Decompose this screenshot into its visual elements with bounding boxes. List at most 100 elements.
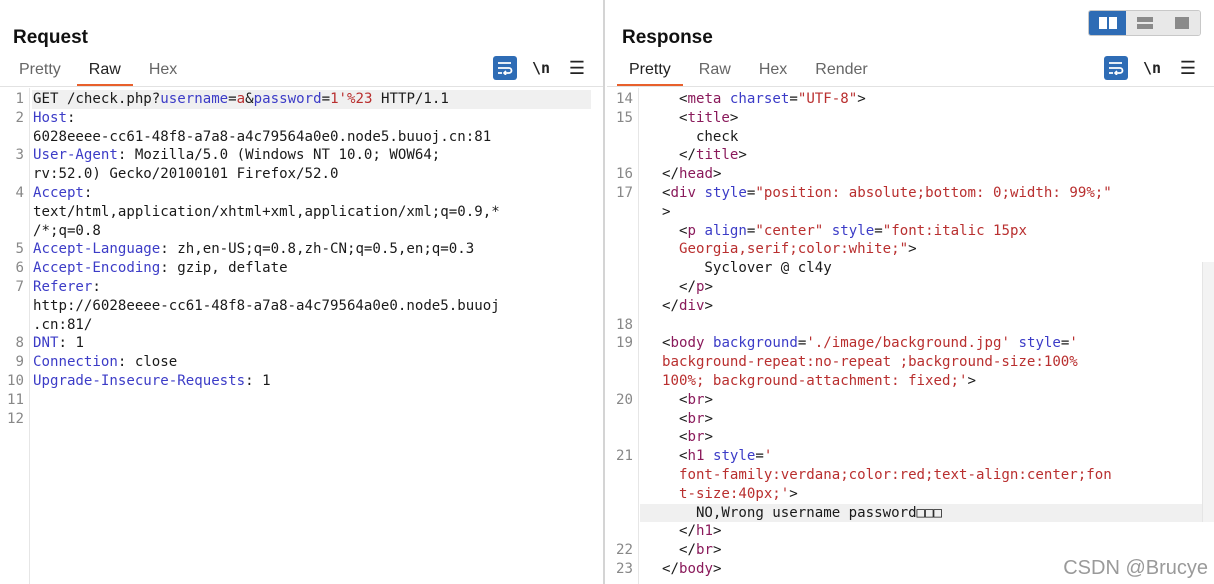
code-line: 18 xyxy=(607,316,1214,335)
code-token: > xyxy=(738,147,747,164)
code-token: p xyxy=(687,222,696,239)
code-token: < xyxy=(662,429,688,446)
line-text: Accept: xyxy=(33,184,92,203)
code-token: < xyxy=(662,109,688,126)
line-text: </div> xyxy=(662,297,713,316)
code-token: </ xyxy=(662,523,696,540)
code-token: < xyxy=(662,410,688,427)
code-token: title xyxy=(687,109,730,126)
code-token: "center" xyxy=(755,222,824,239)
line-number: 22 xyxy=(616,542,633,559)
line-text: </br> xyxy=(662,541,721,560)
code-token: < xyxy=(662,448,688,465)
code-line: 7 Referer: xyxy=(0,278,603,297)
code-token: ' xyxy=(763,448,773,465)
tab-response-render[interactable]: Render xyxy=(801,56,881,86)
line-text: </p> xyxy=(662,278,713,297)
line-number: 14 xyxy=(616,91,633,107)
show-newlines-button[interactable]: \n xyxy=(529,56,553,80)
code-line: 3 User-Agent: Mozilla/5.0 (Windows NT 10.… xyxy=(0,146,603,165)
line-number: 3 xyxy=(15,147,25,164)
code-token: background xyxy=(712,335,798,352)
code-token: "font:italic 15px xyxy=(882,222,1027,239)
code-token: = xyxy=(789,91,798,107)
line-number: 10 xyxy=(7,372,24,389)
code-token: > xyxy=(857,91,866,107)
code-token: </ xyxy=(662,166,679,183)
line-number: 17 xyxy=(616,184,633,201)
code-line: font-family:verdana;color:red;text-align… xyxy=(607,466,1214,485)
tab-request-hex[interactable]: Hex xyxy=(135,56,191,86)
code-line: 15 <title> xyxy=(607,109,1214,128)
request-tabs: Pretty Raw Hex xyxy=(5,56,191,87)
line-text: <br> xyxy=(662,428,713,447)
split-horizontal-icon[interactable] xyxy=(1089,11,1126,35)
response-pane: Response Pretty Raw Hex Render \n ☰ 14 <… xyxy=(607,0,1214,584)
code-token: = xyxy=(321,91,331,107)
line-number: 6 xyxy=(15,260,25,277)
line-text: http://6028eeee-cc61-48f8-a7a8-a4c79564a… xyxy=(33,297,500,316)
code-token: style xyxy=(704,184,747,201)
line-number: 11 xyxy=(7,391,24,408)
line-number: 8 xyxy=(15,335,25,352)
code-line: 12 xyxy=(0,410,603,429)
tab-request-raw[interactable]: Raw xyxy=(75,56,135,87)
response-editor[interactable]: 14 <meta charset="UTF-8"> 15 <title> chec… xyxy=(607,88,1214,584)
line-number: 20 xyxy=(616,391,633,408)
code-token: Accept-Encoding xyxy=(33,260,161,277)
code-token: = xyxy=(228,91,237,107)
code-token: = xyxy=(755,448,764,465)
line-number: 2 xyxy=(15,109,25,126)
code-token: br xyxy=(695,542,713,559)
line-text: rv:52.0) Gecko/20100101 Firefox/52.0 xyxy=(33,165,338,184)
code-token: meta xyxy=(687,91,722,107)
code-token: t-size:40px;' xyxy=(662,485,790,502)
menu-icon[interactable]: ☰ xyxy=(565,56,589,80)
wrap-lines-icon[interactable] xyxy=(493,56,517,80)
menu-icon[interactable]: ☰ xyxy=(1176,56,1200,80)
code-line: text/html,application/xhtml+xml,applicat… xyxy=(0,203,603,222)
single-pane-icon[interactable] xyxy=(1163,11,1200,35)
code-token: > xyxy=(704,391,713,408)
code-line: 11 xyxy=(0,391,603,410)
code-token: style xyxy=(712,448,756,465)
code-token: > xyxy=(712,523,722,540)
code-line: NO,Wrong username password□□□ xyxy=(607,503,1214,523)
code-token: GET /check.php? xyxy=(33,91,161,107)
wrap-lines-icon[interactable] xyxy=(1104,56,1128,80)
code-token: : 1 xyxy=(58,335,84,352)
tab-response-hex[interactable]: Hex xyxy=(745,56,801,86)
code-token: > xyxy=(704,297,713,314)
show-newlines-button[interactable]: \n xyxy=(1140,56,1164,80)
code-line: <br> xyxy=(607,410,1214,429)
line-text: Accept-Language: zh,en-US;q=0.8,zh-CN;q=… xyxy=(33,240,474,259)
code-line: > xyxy=(607,203,1214,222)
line-text: <p align="center" style="font:italic 15p… xyxy=(662,222,1027,241)
code-token: body xyxy=(670,335,705,352)
code-token: > xyxy=(712,542,722,559)
line-text: DNT: 1 xyxy=(33,334,84,353)
code-token: : xyxy=(66,109,76,126)
code-token: "position: absolute;bottom: 0;width: 99%… xyxy=(755,184,1112,201)
line-text: </head> xyxy=(662,165,721,184)
code-line: t-size:40px;'> xyxy=(607,485,1214,504)
code-line: 21 <h1 style=' xyxy=(607,447,1214,466)
response-scrollbar[interactable] xyxy=(1202,262,1214,522)
code-token: DNT xyxy=(33,335,59,352)
line-text: <title> xyxy=(662,109,738,128)
code-line: Syclover @ cl4y xyxy=(607,259,1214,278)
line-text: <body background='./image/background.jpg… xyxy=(662,334,1078,353)
tab-response-raw[interactable]: Raw xyxy=(685,56,745,86)
code-line: http://6028eeee-cc61-48f8-a7a8-a4c79564a… xyxy=(0,297,603,316)
tab-request-pretty[interactable]: Pretty xyxy=(5,56,75,86)
code-line: 17 <div style="position: absolute;bottom:… xyxy=(607,184,1214,203)
line-text: Connection: close xyxy=(33,353,177,372)
request-editor[interactable]: 1 GET /check.php?username=a&password=1'%2… xyxy=(0,88,603,584)
line-text: .cn:81/ xyxy=(33,316,92,335)
split-vertical-icon[interactable] xyxy=(1126,11,1163,35)
code-line: 1 GET /check.php?username=a&password=1'%2… xyxy=(0,90,603,109)
code-token: Accept-Language xyxy=(33,241,161,258)
tab-response-pretty[interactable]: Pretty xyxy=(615,56,685,87)
